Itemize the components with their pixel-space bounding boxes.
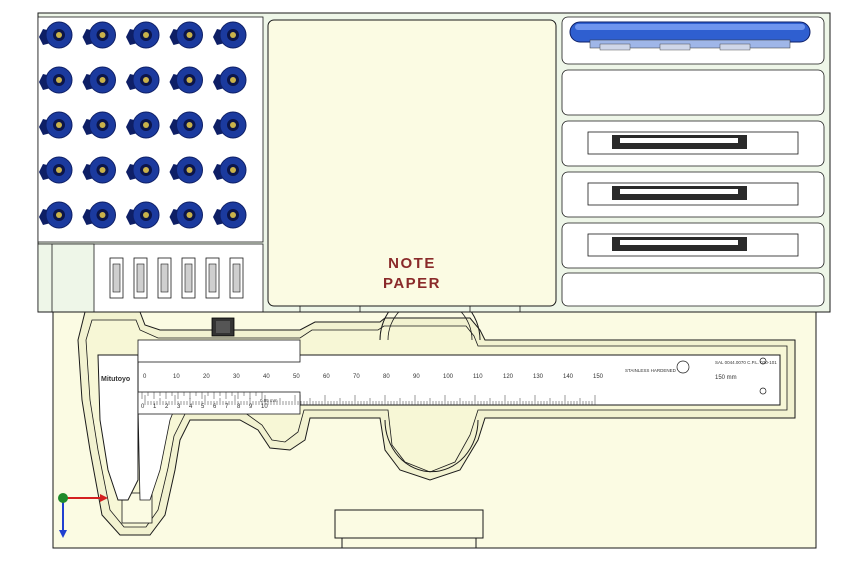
socket-icon[interactable] xyxy=(205,257,220,299)
socket-icon[interactable] xyxy=(181,257,196,299)
main-scale-label: 90 xyxy=(413,374,420,380)
main-scale-label: 100 xyxy=(443,374,454,380)
main-scale-label: 10 xyxy=(173,374,180,380)
brand-label: Mitutoyo xyxy=(101,376,130,383)
stainless-label: STAINLESS HARDENED xyxy=(625,368,677,373)
main-scale-label: 20 xyxy=(203,374,210,380)
socket-icon[interactable] xyxy=(109,257,124,299)
note-label-line2: PAPER xyxy=(382,275,442,292)
main-scale-label: 60 xyxy=(323,374,330,380)
main-scale-label: 40 xyxy=(263,374,270,380)
note-label-line1: NOTE xyxy=(388,255,436,272)
main-scale-label: 140 xyxy=(563,374,574,380)
blue-tool-part[interactable] xyxy=(569,21,811,51)
main-scale-label: 50 xyxy=(293,374,300,380)
tool-slot[interactable] xyxy=(561,171,825,218)
socket-icon[interactable] xyxy=(157,257,172,299)
socket-icon[interactable] xyxy=(133,257,148,299)
vernier-resolution-label: 0.05 mm xyxy=(260,398,278,403)
main-scale-label: 80 xyxy=(383,374,390,380)
tool-slot[interactable] xyxy=(561,222,825,269)
socket-icon[interactable] xyxy=(229,257,244,299)
main-scale-label: 110 xyxy=(473,374,483,380)
vernier-scale-label: 10 xyxy=(261,404,268,410)
main-scale-label: 30 xyxy=(233,374,240,380)
range-label: 150 mm xyxy=(715,375,737,381)
main-scale-label: 130 xyxy=(533,374,544,380)
main-scale-label: 120 xyxy=(503,374,514,380)
model-label: SAL 0044.0070 C.P.L. 030-101 xyxy=(715,360,777,365)
tool-slot[interactable] xyxy=(561,120,825,167)
tool-slot[interactable] xyxy=(561,272,825,307)
main-scale-label: 150 xyxy=(593,374,604,380)
main-scale-label: 70 xyxy=(353,374,360,380)
tool-slot[interactable] xyxy=(561,69,825,116)
